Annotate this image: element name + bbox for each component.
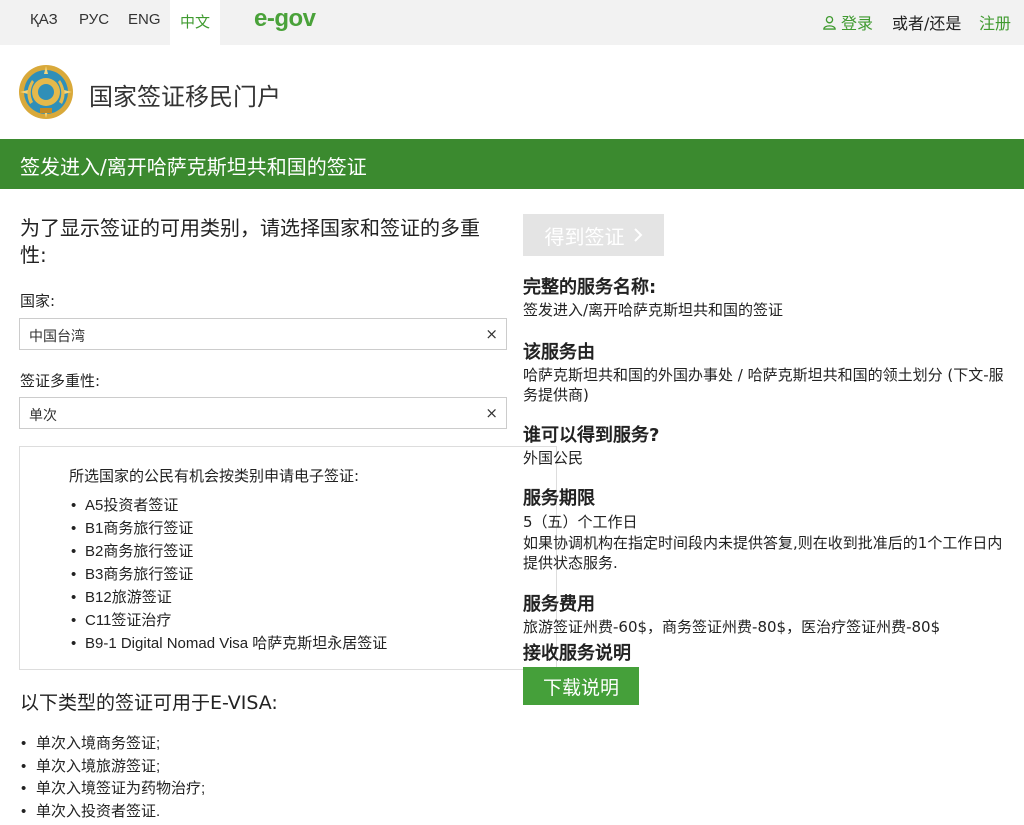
lang-chinese-link[interactable]: 中文: [170, 0, 221, 45]
term-days-text: 5（五）个工作日: [523, 513, 638, 531]
full-name-text: 签发进入/离开哈萨克斯坦共和国的签证: [523, 301, 784, 319]
login-label: 登录: [841, 14, 874, 33]
service-title: 签发进入/离开哈萨克斯坦共和国的签证: [20, 155, 367, 179]
country-label: 国家:: [20, 292, 56, 310]
list-item: 单次入境商务签证;: [21, 734, 205, 757]
lang-russian-link[interactable]: РУС: [79, 11, 109, 28]
list-item: B2商务旅行签证: [71, 542, 387, 565]
multiplicity-value: 单次: [29, 408, 57, 424]
selection-prompt: 为了显示签证的可用类别，请选择国家和签证的多重性:: [20, 216, 480, 267]
clear-multiplicity-icon[interactable]: ×: [485, 404, 498, 422]
evisa-categories-list: A5投资者签证 B1商务旅行签证 B2商务旅行签证 B3商务旅行签证 B12旅游…: [71, 496, 387, 657]
fee-heading: 服务费用: [523, 594, 595, 615]
provider-heading: 该服务由: [523, 342, 595, 363]
list-item: 单次入境旅游签证;: [21, 757, 205, 780]
get-visa-label: 得到签证: [544, 226, 625, 249]
country-select[interactable]: 中国台湾 ×: [19, 318, 507, 350]
full-name-heading: 完整的服务名称:: [523, 277, 657, 298]
list-item: 单次入投资者签证.: [21, 802, 205, 825]
country-value: 中国台湾: [29, 329, 85, 345]
list-item: C11签证治疗: [71, 611, 387, 634]
fee-text: 旅游签证州费-60$，商务签证州费-80$，医治疗签证州费-80$: [523, 618, 941, 636]
recipient-text: 外国公民: [523, 449, 584, 467]
lang-kazakh-link[interactable]: ҚАЗ: [30, 11, 58, 28]
multiplicity-label: 签证多重性:: [20, 372, 101, 390]
login-link[interactable]: 登录: [822, 10, 873, 34]
list-item: B3商务旅行签证: [71, 565, 387, 588]
list-item: B12旅游签证: [71, 588, 387, 611]
register-link[interactable]: 注册: [979, 10, 1011, 34]
list-item: A5投资者签证: [71, 496, 387, 519]
clear-country-icon[interactable]: ×: [485, 325, 498, 343]
portal-title: 国家签证移民门户: [89, 83, 281, 111]
get-visa-button[interactable]: 得到签证: [523, 214, 664, 256]
user-icon: [823, 15, 836, 30]
instructions-heading: 接收服务说明: [523, 643, 631, 664]
chevron-right-icon: [633, 228, 642, 242]
evisa-types-title: 以下类型的签证可用于E-VISA:: [20, 692, 278, 714]
evisa-types-list: 单次入境商务签证; 单次入境旅游签证; 单次入境签证为药物治疗; 单次入投资者签…: [21, 734, 205, 824]
kazakhstan-emblem-icon[interactable]: [18, 64, 74, 120]
evisa-categories-heading: 所选国家的公民有机会按类别申请电子签证:: [69, 467, 360, 485]
download-instructions-button[interactable]: 下载说明: [523, 667, 639, 705]
list-item: B9-1 Digital Nomad Visa 哈萨克斯坦永居签证: [71, 634, 387, 657]
list-item: B1商务旅行签证: [71, 519, 387, 542]
term-note-text: 如果协调机构在指定时间段内未提供答复,则在收到批准后的1个工作日内提供状态服务.: [523, 534, 1003, 572]
or-separator: 或者/还是: [892, 14, 962, 33]
provider-text: 哈萨克斯坦共和国的外国办事处 / 哈萨克斯坦共和国的领土划分 (下文-服务提供商…: [523, 366, 1004, 404]
lang-english-link[interactable]: ENG: [128, 11, 161, 28]
egov-logo[interactable]: e-gov: [254, 5, 316, 33]
term-heading: 服务期限: [523, 488, 595, 509]
list-item: 单次入境签证为药物治疗;: [21, 779, 205, 802]
multiplicity-select[interactable]: 单次 ×: [19, 397, 507, 429]
recipient-heading: 谁可以得到服务?: [523, 425, 660, 446]
